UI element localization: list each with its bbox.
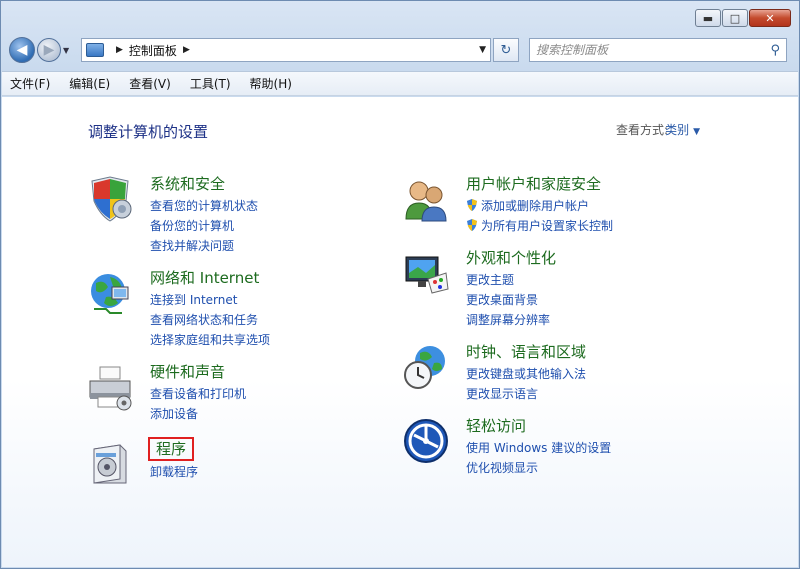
category-ease-of-access: 轻松访问 使用 Windows 建议的设置 优化视频显示 bbox=[402, 417, 611, 478]
category-title[interactable]: 程序 bbox=[147, 437, 198, 461]
link-troubleshoot[interactable]: 查找并解决问题 bbox=[150, 236, 258, 256]
address-dropdown-icon[interactable]: ▼ bbox=[479, 45, 486, 55]
link-uninstall-program[interactable]: 卸载程序 bbox=[150, 462, 198, 482]
network-globe-icon[interactable] bbox=[86, 269, 134, 317]
link-add-remove-users[interactable]: 添加或删除用户帐户 bbox=[466, 196, 613, 216]
refresh-button[interactable]: ↻ bbox=[493, 38, 519, 62]
category-title[interactable]: 时钟、语言和区域 bbox=[466, 343, 586, 361]
minimize-button[interactable]: ▬ bbox=[695, 9, 721, 27]
content-area: 调整计算机的设置 查看方式: 类别 ▼ 系统和安全 查看您的计算机状态 备份您的计… bbox=[2, 97, 798, 567]
search-icon[interactable]: ⚲ bbox=[770, 43, 780, 58]
chevron-down-icon: ▼ bbox=[63, 45, 70, 55]
breadcrumb-control-panel[interactable]: 控制面板 bbox=[129, 42, 177, 59]
navigation-bar: ◀ ▶ ▼ ▶ 控制面板 ▶ ▼ ↻ ⚲ bbox=[9, 36, 791, 64]
link-connect-internet[interactable]: 连接到 Internet bbox=[150, 290, 270, 310]
category-network-internet: 网络和 Internet 连接到 Internet 查看网络状态和任务 选择家庭… bbox=[86, 269, 270, 350]
category-title[interactable]: 网络和 Internet bbox=[150, 269, 270, 287]
forward-arrow-icon: ▶ bbox=[43, 42, 55, 58]
link-screen-resolution[interactable]: 调整屏幕分辨率 bbox=[466, 310, 556, 330]
link-network-status[interactable]: 查看网络状态和任务 bbox=[150, 310, 270, 330]
view-by-label: 查看方式: bbox=[615, 123, 668, 137]
category-clock-language: 时钟、语言和区域 更改键盘或其他输入法 更改显示语言 bbox=[402, 343, 586, 404]
link-change-display-language[interactable]: 更改显示语言 bbox=[466, 384, 586, 404]
address-bar[interactable]: ▶ 控制面板 ▶ ▼ bbox=[81, 38, 491, 62]
uac-shield-icon bbox=[467, 199, 477, 211]
category-title[interactable]: 外观和个性化 bbox=[466, 249, 556, 267]
link-label: 添加或删除用户帐户 bbox=[481, 199, 590, 213]
refresh-icon: ↻ bbox=[500, 42, 512, 58]
link-devices-printers[interactable]: 查看设备和打印机 bbox=[150, 384, 246, 404]
recent-pages-dropdown[interactable]: ▼ bbox=[63, 46, 75, 55]
breadcrumb-separator-icon[interactable]: ▶ bbox=[116, 45, 123, 55]
programs-box-icon[interactable] bbox=[86, 439, 134, 487]
category-programs: 程序 卸载程序 bbox=[86, 437, 198, 487]
category-title[interactable]: 轻松访问 bbox=[466, 417, 611, 435]
search-box[interactable]: ⚲ bbox=[529, 38, 787, 62]
uac-shield-icon bbox=[467, 219, 477, 231]
close-button[interactable]: ✕ bbox=[749, 9, 791, 27]
breadcrumb-separator-icon[interactable]: ▶ bbox=[183, 45, 190, 55]
monitor-palette-icon[interactable] bbox=[402, 249, 450, 297]
users-icon[interactable] bbox=[402, 175, 450, 223]
back-button[interactable]: ◀ bbox=[9, 37, 35, 63]
category-appearance: 外观和个性化 更改主题 更改桌面背景 调整屏幕分辨率 bbox=[402, 249, 556, 330]
menu-view[interactable]: 查看(V) bbox=[129, 75, 171, 92]
category-hardware-sound: 硬件和声音 查看设备和打印机 添加设备 bbox=[86, 363, 246, 424]
printer-icon[interactable] bbox=[86, 363, 134, 411]
menu-tools[interactable]: 工具(T) bbox=[190, 75, 231, 92]
ease-of-access-icon[interactable] bbox=[402, 417, 450, 465]
maximize-button[interactable]: □ bbox=[722, 9, 748, 27]
menu-edit[interactable]: 编辑(E) bbox=[69, 75, 110, 92]
page-title: 调整计算机的设置 bbox=[88, 123, 209, 141]
link-add-device[interactable]: 添加设备 bbox=[150, 404, 246, 424]
link-change-background[interactable]: 更改桌面背景 bbox=[466, 290, 556, 310]
category-title[interactable]: 用户帐户和家庭安全 bbox=[466, 175, 613, 193]
menu-bar: 文件(F) 编辑(E) 查看(V) 工具(T) 帮助(H) bbox=[2, 71, 798, 96]
forward-button[interactable]: ▶ bbox=[37, 38, 61, 62]
control-panel-window: ▬ □ ✕ ◀ ▶ ▼ ▶ 控制面板 ▶ ▼ ↻ ⚲ 文件(F) 编辑(E) 查… bbox=[0, 0, 800, 569]
category-user-accounts: 用户帐户和家庭安全 添加或删除用户帐户 为所有用户设置家长控制 bbox=[402, 175, 613, 236]
menu-file[interactable]: 文件(F) bbox=[10, 75, 50, 92]
view-by-value: 类别 bbox=[665, 123, 690, 137]
link-parental-controls[interactable]: 为所有用户设置家长控制 bbox=[466, 216, 613, 236]
link-label: 为所有用户设置家长控制 bbox=[481, 219, 614, 233]
menu-help[interactable]: 帮助(H) bbox=[250, 75, 292, 92]
chevron-down-icon: ▼ bbox=[693, 127, 700, 137]
control-panel-icon bbox=[86, 43, 104, 57]
search-input[interactable] bbox=[536, 43, 771, 57]
caption-buttons: ▬ □ ✕ bbox=[695, 9, 791, 27]
link-change-keyboard[interactable]: 更改键盘或其他输入法 bbox=[466, 364, 586, 384]
link-optimize-display[interactable]: 优化视频显示 bbox=[466, 458, 611, 478]
category-title[interactable]: 硬件和声音 bbox=[150, 363, 246, 381]
link-view-computer-status[interactable]: 查看您的计算机状态 bbox=[150, 196, 258, 216]
link-homegroup-sharing[interactable]: 选择家庭组和共享选项 bbox=[150, 330, 270, 350]
programs-title-highlight[interactable]: 程序 bbox=[147, 437, 195, 461]
shield-icon[interactable] bbox=[86, 175, 134, 223]
category-title[interactable]: 系统和安全 bbox=[150, 175, 258, 193]
link-change-theme[interactable]: 更改主题 bbox=[466, 270, 556, 290]
back-arrow-icon: ◀ bbox=[16, 42, 28, 58]
view-by-dropdown[interactable]: 类别 ▼ bbox=[665, 121, 700, 138]
link-backup-computer[interactable]: 备份您的计算机 bbox=[150, 216, 258, 236]
link-recommended-settings[interactable]: 使用 Windows 建议的设置 bbox=[466, 438, 611, 458]
category-system-security: 系统和安全 查看您的计算机状态 备份您的计算机 查找并解决问题 bbox=[86, 175, 258, 256]
clock-globe-icon[interactable] bbox=[402, 343, 450, 391]
